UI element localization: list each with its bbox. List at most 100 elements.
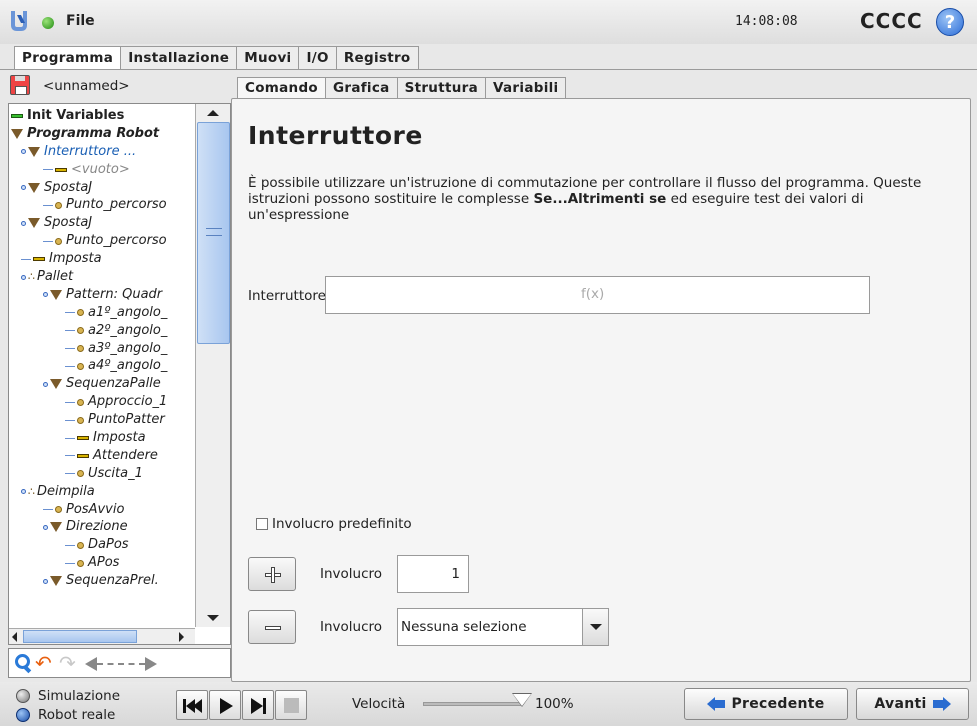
tree-node[interactable]: APos	[9, 554, 195, 572]
expression-input[interactable]: f(x)	[325, 276, 870, 314]
undo-icon[interactable]: ↶	[35, 652, 57, 674]
default-case-checkbox[interactable]	[256, 518, 268, 530]
tree-node[interactable]: a1º_angolo_	[9, 304, 195, 322]
tree-node[interactable]: <vuoto>	[9, 161, 195, 179]
tree-node[interactable]: Interruttore ...	[9, 143, 195, 161]
tree-connector-icon	[65, 562, 75, 564]
tree-connector-icon	[21, 220, 26, 226]
tree-node[interactable]: Attendere	[9, 447, 195, 465]
tree-nodes: Init Variables Programma Robot Interruttor…	[9, 107, 195, 590]
tree-node[interactable]: ∴ Pallet	[9, 268, 195, 286]
expand-triangle-icon	[28, 218, 40, 229]
tree-node[interactable]: a2º_angolo_	[9, 322, 195, 340]
command-bar-icon	[55, 167, 67, 172]
previous-button[interactable]: Precedente	[684, 688, 848, 720]
expand-triangle-icon	[50, 576, 62, 587]
tree-connector-icon	[65, 312, 75, 314]
tree-node[interactable]: ∴ Deimpila	[9, 483, 195, 501]
command-bar-icon	[77, 436, 89, 441]
bottom-bar: Simulazione Robot reale Velocità 100% Pr…	[0, 682, 977, 726]
tab-muovi[interactable]: Muovi	[236, 46, 300, 70]
tree-node[interactable]: a3º_angolo_	[9, 340, 195, 358]
add-case-button[interactable]	[248, 557, 296, 591]
speed-slider[interactable]	[423, 702, 523, 706]
chevron-down-icon[interactable]	[582, 609, 608, 645]
tree-connector-icon	[65, 473, 75, 475]
scroll-down-icon[interactable]	[207, 615, 219, 621]
tree-node[interactable]: Approccio_1	[9, 393, 195, 411]
main-tabs: Programma Installazione Muovi I/O Regist…	[14, 46, 419, 70]
arrow-right-icon	[932, 697, 951, 711]
stop-button[interactable]	[275, 690, 307, 720]
search-icon[interactable]	[13, 652, 31, 674]
redo-icon[interactable]: ↷	[59, 652, 81, 674]
tree-node[interactable]: Uscita_1	[9, 465, 195, 483]
tree-node-label: a3º_angolo_	[88, 340, 168, 356]
tab-installazione[interactable]: Installazione	[120, 46, 238, 70]
move-node-icon[interactable]	[85, 652, 157, 674]
tree-node[interactable]: PosAvvio	[9, 501, 195, 519]
remove-case-select[interactable]: Nessuna selezione	[397, 608, 609, 646]
tree-node[interactable]: Punto_percorso	[9, 232, 195, 250]
expand-triangle-icon	[50, 289, 62, 300]
simulation-label: Simulazione	[38, 688, 121, 704]
expand-triangle-icon	[50, 522, 62, 533]
scroll-up-icon[interactable]	[207, 110, 219, 116]
tree-connector-icon	[65, 401, 75, 403]
tab-registro[interactable]: Registro	[335, 46, 419, 70]
tree-node[interactable]: Init Variables	[9, 107, 195, 125]
tree-vertical-scrollbar[interactable]	[195, 104, 230, 627]
waypoint-icon	[77, 470, 84, 478]
next-button[interactable]: Avanti	[856, 688, 969, 720]
simulation-radio-icon[interactable]	[16, 689, 30, 703]
tree-connector-icon	[65, 419, 75, 421]
scroll-right-icon[interactable]	[179, 632, 184, 642]
real-robot-radio-icon[interactable]	[16, 708, 30, 722]
skip-to-start-button[interactable]	[176, 690, 208, 720]
tab-variabili[interactable]: Variabili	[485, 77, 567, 99]
tree-node[interactable]: SpostaJ	[9, 214, 195, 232]
save-icon[interactable]	[10, 75, 30, 95]
tree-node-label: a4º_angolo_	[88, 358, 168, 374]
tree-node[interactable]: a4º_angolo_	[9, 357, 195, 375]
scroll-left-icon[interactable]	[12, 632, 17, 642]
tree-node-label: Uscita_1	[88, 465, 143, 481]
tree-node[interactable]: DaPos	[9, 536, 195, 554]
case-value-input[interactable]: 1	[397, 555, 469, 593]
tree-node[interactable]: Programma Robot	[9, 125, 195, 143]
remove-case-label: Involucro	[320, 619, 383, 635]
tree-node[interactable]: Imposta	[9, 250, 195, 268]
tree-node-label: <vuoto>	[71, 161, 130, 177]
scroll-thumb[interactable]	[197, 122, 230, 344]
default-case-label: Involucro predefinito	[272, 516, 412, 532]
page-title: Interruttore	[248, 121, 423, 150]
speed-slider-handle[interactable]	[513, 694, 531, 706]
tree-node[interactable]: SequenzaPalle	[9, 375, 195, 393]
tab-comando[interactable]: Comando	[237, 77, 327, 99]
step-button[interactable]	[242, 690, 274, 720]
tree-node[interactable]: Punto_percorso	[9, 196, 195, 214]
tree-node[interactable]: SpostaJ	[9, 179, 195, 197]
file-menu[interactable]: File	[66, 13, 95, 29]
tab-io[interactable]: I/O	[298, 46, 337, 70]
tab-grafica[interactable]: Grafica	[325, 77, 398, 99]
description-bold: Se...Altrimenti se	[533, 191, 667, 207]
tree-connector-icon	[65, 455, 75, 457]
tree-node[interactable]: Direzione	[9, 518, 195, 536]
tree-node-label: Init Variables	[27, 108, 125, 123]
tree-node[interactable]: PuntoPatter	[9, 411, 195, 429]
tree-node-label: Pallet	[37, 269, 74, 285]
add-case-label: Involucro	[320, 566, 383, 582]
tree-node-label: Approccio_1	[88, 394, 168, 410]
tree-horizontal-scrollbar[interactable]	[9, 628, 195, 644]
help-icon[interactable]: ?	[936, 8, 964, 36]
hscroll-thumb[interactable]	[23, 630, 137, 643]
top-bar: File 14:08:08 CCCC ?	[0, 0, 977, 44]
tree-node[interactable]: Pattern: Quadr	[9, 286, 195, 304]
tab-programma[interactable]: Programma	[14, 46, 122, 70]
tree-node[interactable]: SequenzaPrel.	[9, 572, 195, 590]
tab-struttura[interactable]: Struttura	[396, 77, 487, 99]
remove-case-button[interactable]	[248, 610, 296, 644]
tree-node[interactable]: Imposta	[9, 429, 195, 447]
play-button[interactable]	[209, 690, 241, 720]
